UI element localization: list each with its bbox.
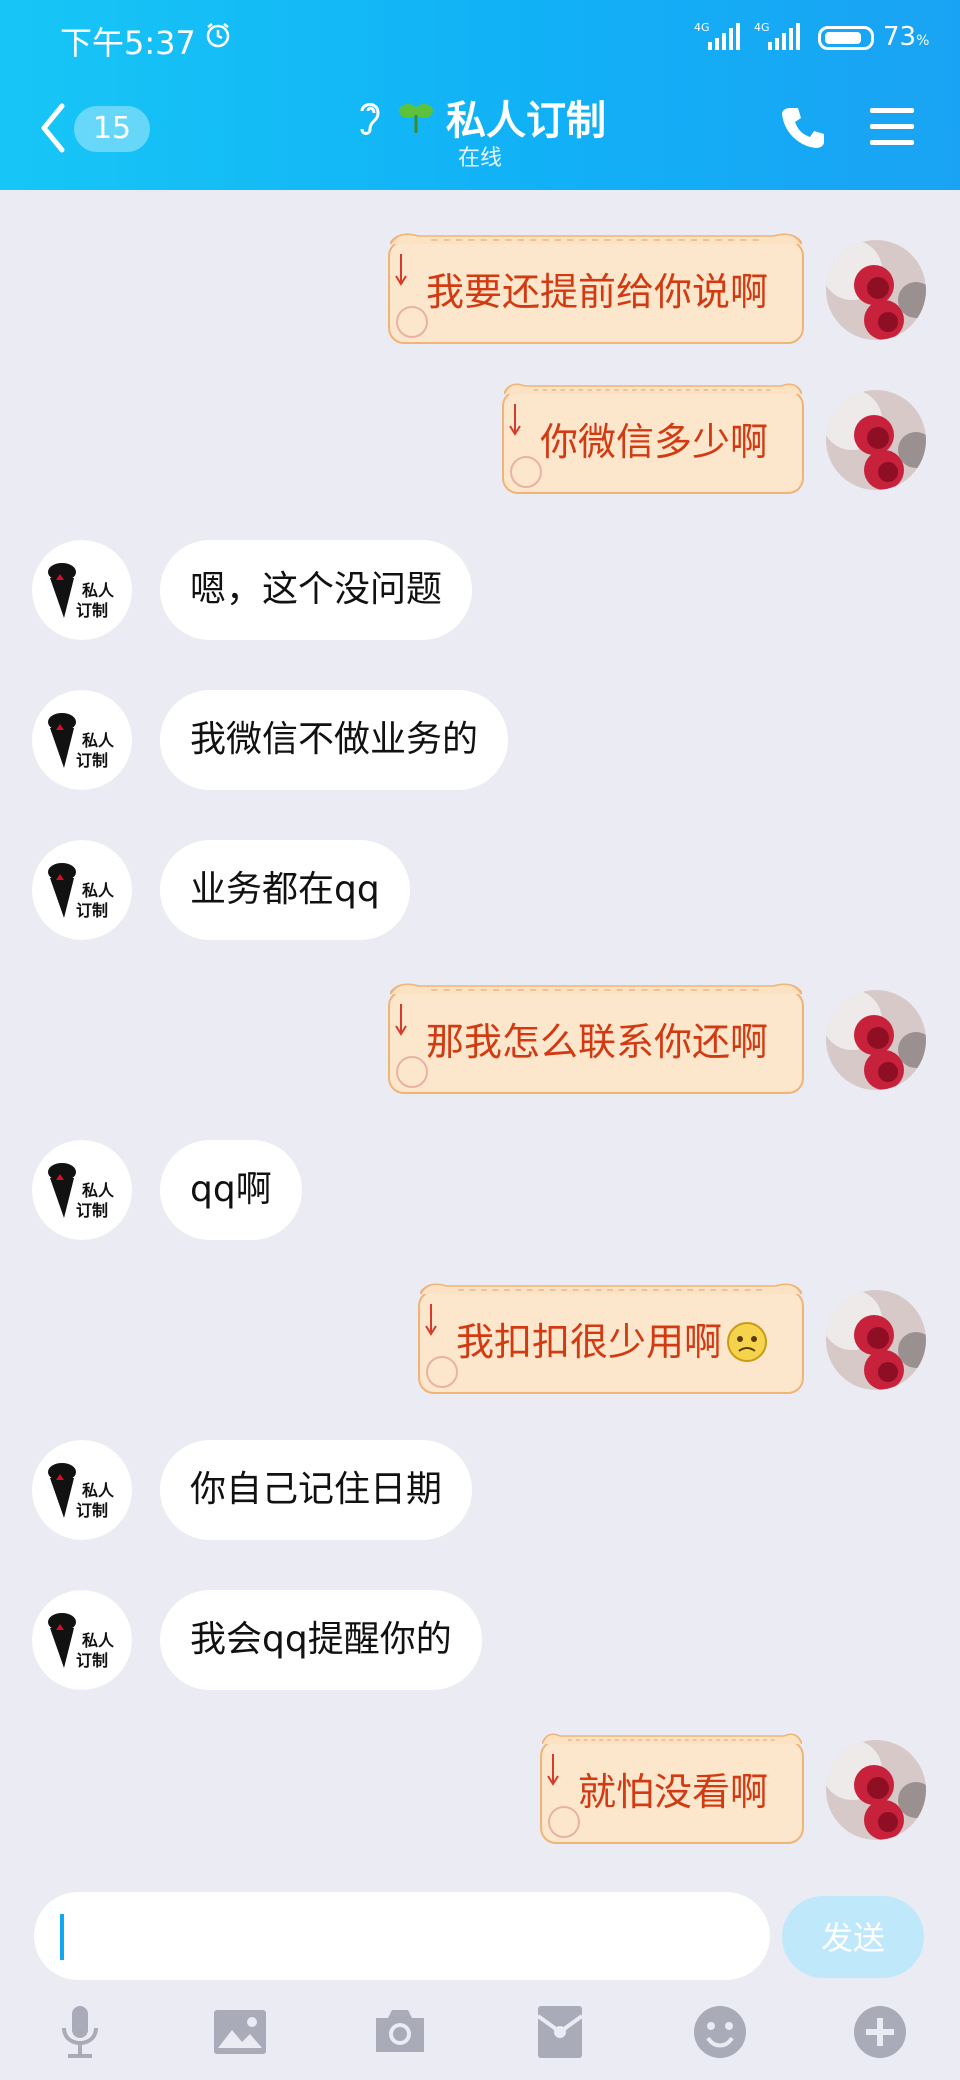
- stamp-decoration: [425, 1356, 458, 1388]
- message-text: 我扣扣很少用啊: [455, 1320, 722, 1364]
- svg-text:4G: 4G: [694, 21, 710, 34]
- knot-decoration: [509, 404, 521, 436]
- input-area: 发送: [0, 1870, 960, 2080]
- incoming-bubble[interactable]: 嗯，这个没问题: [160, 540, 473, 640]
- svg-text:4G: 4G: [754, 21, 770, 34]
- ear-icon[interactable]: [354, 97, 386, 137]
- contact-avatar[interactable]: 私人 订制: [32, 1140, 132, 1240]
- incoming-bubble[interactable]: 我会qq提醒你的: [160, 1590, 482, 1690]
- outgoing-bubble[interactable]: 我扣扣很少用啊: [417, 1283, 804, 1394]
- bubble-decoration: [389, 983, 802, 995]
- text-cursor: [60, 1914, 64, 1960]
- bubble-decoration: [503, 383, 802, 395]
- contact-avatar[interactable]: 私人 订制: [32, 540, 132, 640]
- avatar-text-2: 订制: [76, 751, 108, 770]
- my-avatar[interactable]: [826, 240, 926, 340]
- sprout-icon: [399, 104, 433, 133]
- avatar-text-2: 订制: [76, 1501, 108, 1520]
- incoming-bubble[interactable]: 业务都在qq: [160, 840, 410, 940]
- status-time: 下午5:37: [60, 24, 196, 62]
- message-input[interactable]: [34, 1892, 770, 1980]
- image-icon[interactable]: [210, 2002, 270, 2062]
- my-avatar[interactable]: [826, 990, 926, 1090]
- message-list[interactable]: 我要还提前给你说啊 你微信多少啊 私人 订制 嗯，这个没问题 私人 订制 我微信…: [0, 190, 960, 1870]
- signal-icon-2: 4G: [752, 20, 804, 52]
- incoming-bubble[interactable]: 我微信不做业务的: [160, 690, 509, 790]
- plus-icon[interactable]: [850, 2002, 910, 2062]
- incoming-bubble[interactable]: 你自己记住日期: [160, 1440, 473, 1540]
- status-bar: 下午5:37 4G 4G 73%: [0, 0, 960, 80]
- contact-avatar[interactable]: 私人 订制: [32, 1440, 132, 1540]
- avatar-text-1: 私人: [82, 581, 115, 600]
- phone-icon[interactable]: [780, 104, 826, 150]
- avatar-text-1: 私人: [82, 1631, 115, 1650]
- battery-icon: [818, 26, 874, 50]
- chat-header: 下午5:37 4G 4G 73% 15 私人订制 在线: [0, 0, 960, 190]
- avatar-text-1: 私人: [82, 1481, 115, 1500]
- my-avatar[interactable]: [826, 390, 926, 490]
- contact-avatar[interactable]: 私人 订制: [32, 690, 132, 790]
- message-text: 你微信多少啊: [539, 420, 768, 464]
- emoji-icon[interactable]: [690, 2002, 750, 2062]
- contact-avatar[interactable]: 私人 订制: [32, 840, 132, 940]
- signal-icon: 4G: [692, 20, 744, 52]
- avatar-text-2: 订制: [76, 1651, 108, 1670]
- my-avatar[interactable]: [826, 1290, 926, 1390]
- alarm-icon: [206, 23, 230, 48]
- worried-emoji-icon: [727, 1322, 767, 1362]
- menu-icon[interactable]: [868, 106, 916, 148]
- message-text: 业务都在qq: [190, 869, 380, 910]
- knot-decoration: [395, 1004, 407, 1036]
- avatar-text-2: 订制: [76, 1201, 108, 1220]
- incoming-bubble[interactable]: qq啊: [160, 1140, 302, 1240]
- message-text: 嗯，这个没问题: [190, 569, 443, 610]
- red-packet-icon[interactable]: [530, 2002, 590, 2062]
- camera-icon[interactable]: [370, 2002, 430, 2062]
- send-button[interactable]: 发送: [782, 1896, 924, 1978]
- message-text: 那我怎么联系你还啊: [425, 1020, 768, 1064]
- avatar-text-2: 订制: [76, 601, 108, 620]
- outgoing-bubble[interactable]: 那我怎么联系你还啊: [387, 983, 804, 1094]
- message-text: 我微信不做业务的: [190, 719, 479, 760]
- message-text: 你自己记住日期: [190, 1469, 443, 1510]
- contact-avatar[interactable]: 私人 订制: [32, 1590, 132, 1690]
- knot-decoration: [425, 1304, 437, 1336]
- message-text: 就怕没看啊: [577, 1770, 768, 1814]
- input-toolbar: [0, 2002, 960, 2072]
- stamp-decoration: [395, 1056, 428, 1088]
- stamp-decoration: [395, 306, 428, 338]
- bubble-decoration: [419, 1283, 802, 1295]
- knot-decoration: [547, 1754, 559, 1786]
- outgoing-bubble[interactable]: 你微信多少啊: [501, 383, 804, 494]
- stamp-decoration: [509, 456, 542, 488]
- message-text: 我要还提前给你说啊: [425, 270, 768, 314]
- message-text: qq啊: [190, 1169, 272, 1210]
- my-avatar[interactable]: [826, 1740, 926, 1840]
- bubble-decoration: [389, 233, 802, 245]
- avatar-text-1: 私人: [82, 1181, 115, 1200]
- avatar-text-1: 私人: [82, 731, 115, 750]
- outgoing-bubble[interactable]: 我要还提前给你说啊: [387, 233, 804, 344]
- bubble-decoration: [541, 1733, 802, 1745]
- avatar-text-2: 订制: [76, 901, 108, 920]
- avatar-text-1: 私人: [82, 881, 115, 900]
- message-text: 我会qq提醒你的: [190, 1619, 452, 1660]
- stamp-decoration: [547, 1806, 580, 1838]
- outgoing-bubble[interactable]: 就怕没看啊: [539, 1733, 804, 1844]
- knot-decoration: [395, 254, 407, 286]
- mic-icon[interactable]: [50, 2002, 110, 2062]
- battery-percent: 73%: [883, 22, 930, 52]
- page-title: 私人订制: [446, 98, 606, 144]
